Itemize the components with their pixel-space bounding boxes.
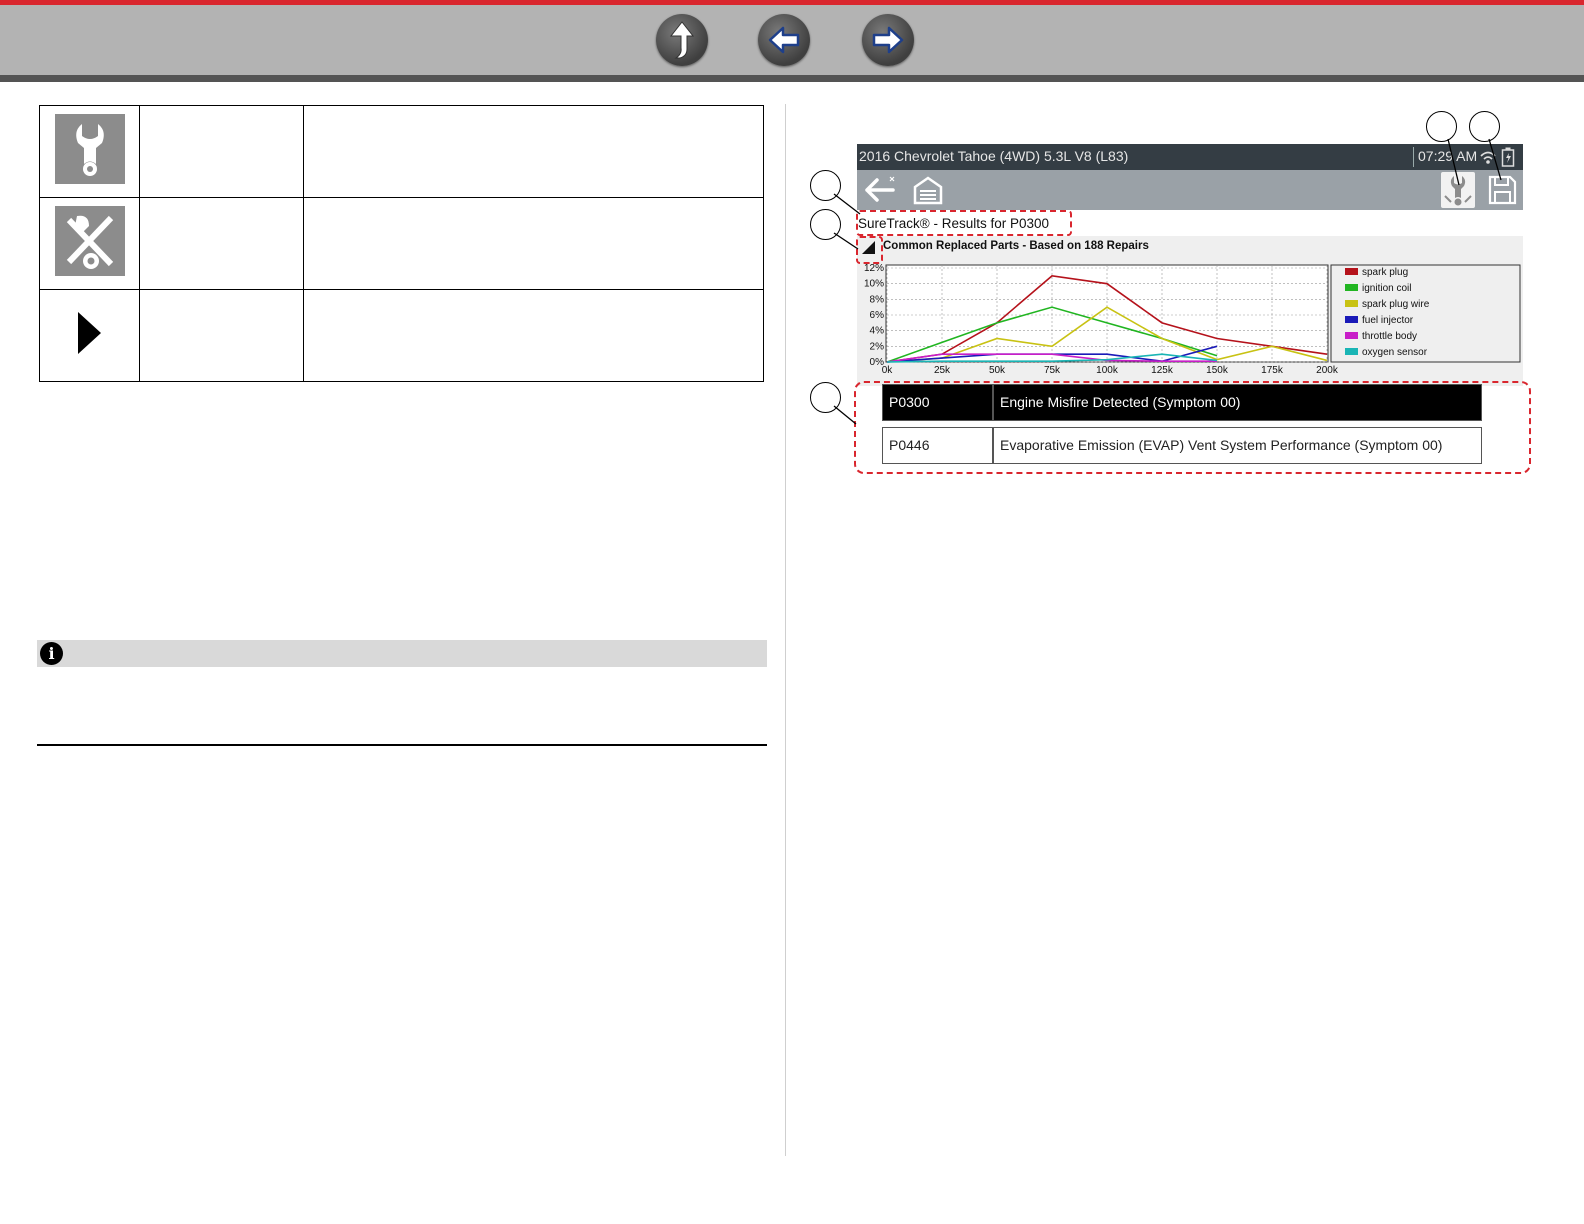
back-button[interactable] bbox=[758, 14, 810, 66]
top-navigation-bar bbox=[0, 0, 1584, 82]
label-cell bbox=[139, 105, 304, 198]
icon-cell bbox=[39, 289, 140, 382]
callout-circle bbox=[1426, 111, 1457, 142]
label-cell bbox=[139, 197, 304, 290]
suretrack-icon bbox=[1444, 176, 1472, 206]
y-tick-label: 2% bbox=[870, 341, 885, 352]
play-triangle-icon bbox=[77, 312, 101, 354]
arrow-right-icon bbox=[872, 26, 904, 54]
legend-swatch bbox=[1345, 268, 1358, 275]
legend-label: spark plug wire bbox=[1362, 299, 1430, 310]
legend-label: oxygen sensor bbox=[1362, 347, 1428, 358]
chart-header: Common Replaced Parts - Based on 188 Rep… bbox=[857, 236, 1523, 258]
battery-icon bbox=[1501, 147, 1515, 167]
note-bar: i bbox=[37, 640, 767, 667]
vehicle-title: 2016 Chevrolet Tahoe (4WD) 5.3L V8 (L83) bbox=[859, 148, 1129, 164]
column-divider bbox=[785, 104, 786, 1156]
x-tick-label: 150k bbox=[1206, 365, 1229, 376]
callout-box-toggle bbox=[856, 236, 883, 264]
y-tick-label: 10% bbox=[864, 279, 884, 290]
callout-box-title bbox=[856, 210, 1072, 236]
tools-crossed-icon bbox=[54, 206, 125, 276]
suretrack-button[interactable] bbox=[1441, 172, 1475, 208]
y-tick-label: 4% bbox=[870, 326, 885, 337]
description-cell bbox=[303, 197, 764, 290]
legend-swatch bbox=[1345, 348, 1358, 355]
home-icon[interactable] bbox=[912, 173, 944, 207]
label-cell bbox=[139, 289, 304, 382]
legend-swatch bbox=[1345, 332, 1358, 339]
description-cell bbox=[303, 105, 764, 198]
legend-label: throttle body bbox=[1362, 331, 1417, 342]
title-bar: 2016 Chevrolet Tahoe (4WD) 5.3L V8 (L83)… bbox=[857, 144, 1523, 170]
wrench-icon bbox=[54, 114, 125, 184]
legend-label: ignition coil bbox=[1362, 283, 1411, 294]
table-row bbox=[39, 289, 764, 382]
x-tick-label: 125k bbox=[1151, 365, 1174, 376]
legend-label: fuel injector bbox=[1362, 315, 1414, 326]
table-row bbox=[39, 197, 764, 290]
table-row bbox=[39, 105, 764, 198]
callout-circle bbox=[810, 170, 841, 201]
common-replaced-parts-chart: 0k 25k 50k 75k 100k 125k 150k 175k 200k 0%2%4%6%… bbox=[864, 263, 1521, 376]
wifi-icon bbox=[1480, 151, 1496, 164]
y-tick-label: 0% bbox=[870, 357, 885, 368]
y-tick-label: 6% bbox=[870, 310, 885, 321]
y-tick-label: 12% bbox=[864, 263, 884, 274]
legend-swatch bbox=[1345, 316, 1358, 323]
y-tick-label: 8% bbox=[870, 294, 885, 305]
x-tick-label: 200k bbox=[1316, 365, 1339, 376]
back-arrow-icon[interactable] bbox=[863, 173, 897, 207]
x-tick-label: 50k bbox=[989, 365, 1006, 376]
info-icon: i bbox=[40, 642, 63, 665]
arrow-left-icon bbox=[768, 26, 800, 54]
chart-title: Common Replaced Parts - Based on 188 Rep… bbox=[883, 240, 1149, 252]
callout-box-dtc-list bbox=[854, 381, 1531, 474]
title-separator bbox=[1413, 147, 1414, 167]
x-tick-label: 175k bbox=[1261, 365, 1284, 376]
nav-band-shadow bbox=[0, 75, 1584, 82]
icon-cell bbox=[39, 197, 140, 290]
toolbar bbox=[857, 170, 1523, 210]
x-tick-label: 100k bbox=[1096, 365, 1119, 376]
callout-circle bbox=[810, 209, 841, 240]
callout-circle bbox=[810, 382, 841, 413]
callout-circle bbox=[1469, 111, 1500, 142]
legend-swatch bbox=[1345, 284, 1358, 291]
icon-cell bbox=[39, 105, 140, 198]
clock: 07:29 AM bbox=[1418, 148, 1478, 164]
x-tick-label: 75k bbox=[1044, 365, 1061, 376]
x-tick-label: 25k bbox=[934, 365, 951, 376]
description-cell bbox=[303, 289, 764, 382]
section-divider bbox=[37, 744, 767, 746]
legend-label: spark plug bbox=[1362, 267, 1408, 278]
up-button[interactable] bbox=[656, 14, 708, 66]
forward-button[interactable] bbox=[862, 14, 914, 66]
save-icon[interactable] bbox=[1487, 173, 1517, 207]
arrow-up-icon bbox=[669, 21, 695, 59]
legend-swatch bbox=[1345, 300, 1358, 307]
icon-table bbox=[39, 105, 764, 382]
